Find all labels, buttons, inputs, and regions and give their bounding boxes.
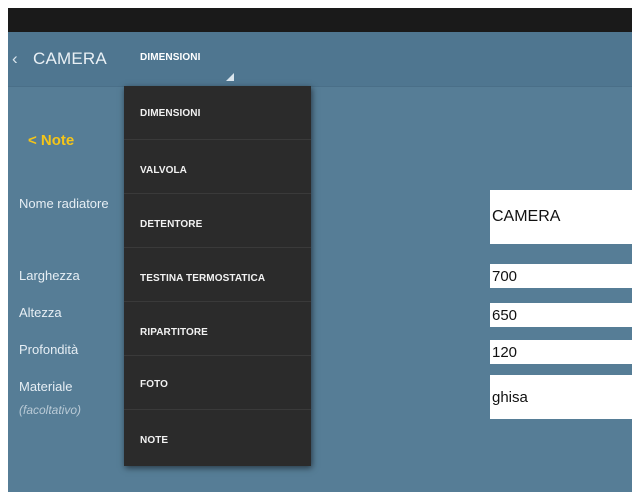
dropdown-item-testina-termostatica[interactable]: TESTINA TERMOSTATICA — [124, 248, 311, 302]
action-bar: ‹ CAMERA DIMENSIONI — [8, 32, 632, 87]
status-bar — [8, 8, 632, 32]
height-label: Altezza — [19, 305, 62, 320]
dropdown-item-label: DETENTORE — [140, 219, 203, 230]
radiator-name-input[interactable] — [490, 190, 632, 244]
dropdown-item-detentore[interactable]: DETENTORE — [124, 194, 311, 248]
depth-label: Profondità — [19, 342, 79, 357]
width-input[interactable] — [490, 264, 632, 288]
section-spinner[interactable]: DIMENSIONI — [140, 52, 200, 63]
dropdown-item-valvola[interactable]: VALVOLA — [124, 140, 311, 194]
dropdown-item-label: RIPARTITORE — [140, 327, 208, 338]
material-hint: (facoltativo) — [19, 403, 82, 417]
material-input[interactable] — [490, 375, 632, 419]
action-bar-title[interactable]: CAMERA — [33, 49, 107, 69]
dropdown-item-label: TESTINA TERMOSTATICA — [140, 273, 266, 284]
depth-input[interactable] — [490, 340, 632, 364]
dropdown-item-label: VALVOLA — [140, 165, 187, 176]
back-chevron-icon[interactable]: ‹ — [12, 49, 18, 69]
dropdown-item-foto[interactable]: FOTO — [124, 356, 311, 410]
dropdown-item-label: DIMENSIONI — [140, 108, 201, 119]
section-dropdown-menu: DIMENSIONI VALVOLA DETENTORE TESTINA TER… — [124, 86, 311, 466]
radiator-name-label: Nome radiatore — [19, 196, 109, 211]
width-label: Larghezza — [19, 268, 80, 283]
spinner-dropdown-icon[interactable] — [226, 73, 234, 81]
dropdown-item-note[interactable]: NOTE — [124, 410, 311, 464]
dropdown-item-label: FOTO — [140, 379, 168, 390]
dropdown-item-ripartitore[interactable]: RIPARTITORE — [124, 302, 311, 356]
dropdown-item-label: NOTE — [140, 435, 169, 446]
app-screen: ‹ CAMERA DIMENSIONI < Note Nome radiator… — [8, 8, 632, 492]
note-link[interactable]: < Note — [28, 132, 74, 149]
height-input[interactable] — [490, 303, 632, 327]
material-label: Materiale — [19, 379, 73, 394]
dropdown-item-dimensioni[interactable]: DIMENSIONI — [124, 86, 311, 140]
